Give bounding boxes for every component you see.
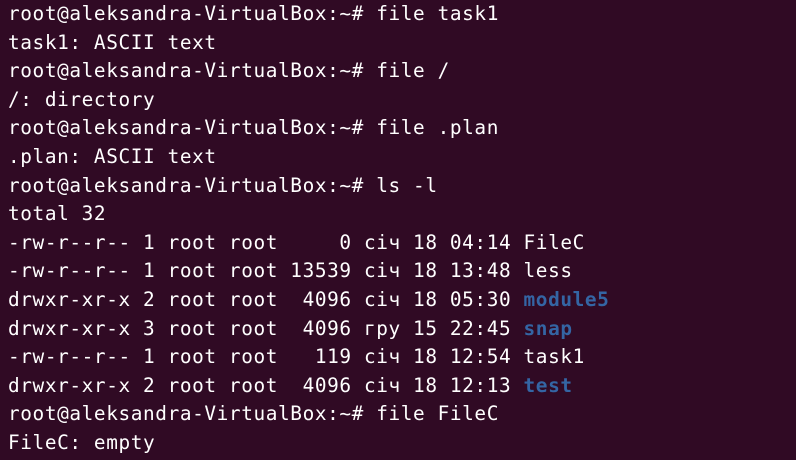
command-line: root@aleksandra-VirtualBox:~# file .plan: [8, 116, 499, 140]
ls-entry-details: -rw-r--r-- 1 root root 0 січ 18 04:14: [8, 230, 524, 254]
ls-entry-details: -rw-r--r-- 1 root root 119 січ 18 12:54: [8, 345, 524, 369]
command-line: root@aleksandra-VirtualBox:~# file task1: [8, 2, 499, 25]
ls-entry-filename: FileC: [523, 230, 585, 254]
ls-entry: -rw-r--r-- 1 root root 119 січ 18 12:54 …: [8, 343, 796, 372]
command-line: root@aleksandra-VirtualBox:~# ls -l: [8, 173, 438, 197]
ls-entry-filename: task1: [523, 345, 585, 369]
command-line: root@aleksandra-VirtualBox:~# file /: [8, 59, 450, 83]
ls-entry-details: drwxr-xr-x 3 root root 4096 гру 15 22:45: [8, 316, 524, 340]
output-line: task1: ASCII text: [8, 30, 217, 54]
ls-entry-details: -rw-r--r-- 1 root root 13539 січ 18 13:4…: [8, 259, 524, 283]
output-line: total 32: [8, 202, 107, 226]
ls-entry-dirname: snap: [523, 316, 573, 340]
output-line: /: directory: [8, 87, 156, 111]
output-line: .plan: ASCII text: [8, 144, 217, 168]
output-line: FileC: empty: [8, 430, 156, 454]
ls-entry: drwxr-xr-x 2 root root 4096 січ 18 05:30…: [8, 286, 796, 315]
ls-entry: drwxr-xr-x 2 root root 4096 січ 18 12:13…: [8, 372, 796, 401]
ls-entry-filename: less: [523, 259, 573, 283]
terminal-output[interactable]: root@aleksandra-VirtualBox:~# file task1…: [0, 0, 796, 460]
ls-entry-dirname: module5: [523, 287, 610, 311]
ls-entry-details: drwxr-xr-x 2 root root 4096 січ 18 05:30: [8, 287, 524, 311]
ls-entry-dirname: test: [523, 373, 573, 397]
ls-entry-details: drwxr-xr-x 2 root root 4096 січ 18 12:13: [8, 373, 524, 397]
ls-entry: -rw-r--r-- 1 root root 0 січ 18 04:14 Fi…: [8, 229, 796, 258]
ls-entry: drwxr-xr-x 3 root root 4096 гру 15 22:45…: [8, 315, 796, 344]
command-line: root@aleksandra-VirtualBox:~# file FileC: [8, 402, 499, 426]
ls-entry: -rw-r--r-- 1 root root 13539 січ 18 13:4…: [8, 257, 796, 286]
